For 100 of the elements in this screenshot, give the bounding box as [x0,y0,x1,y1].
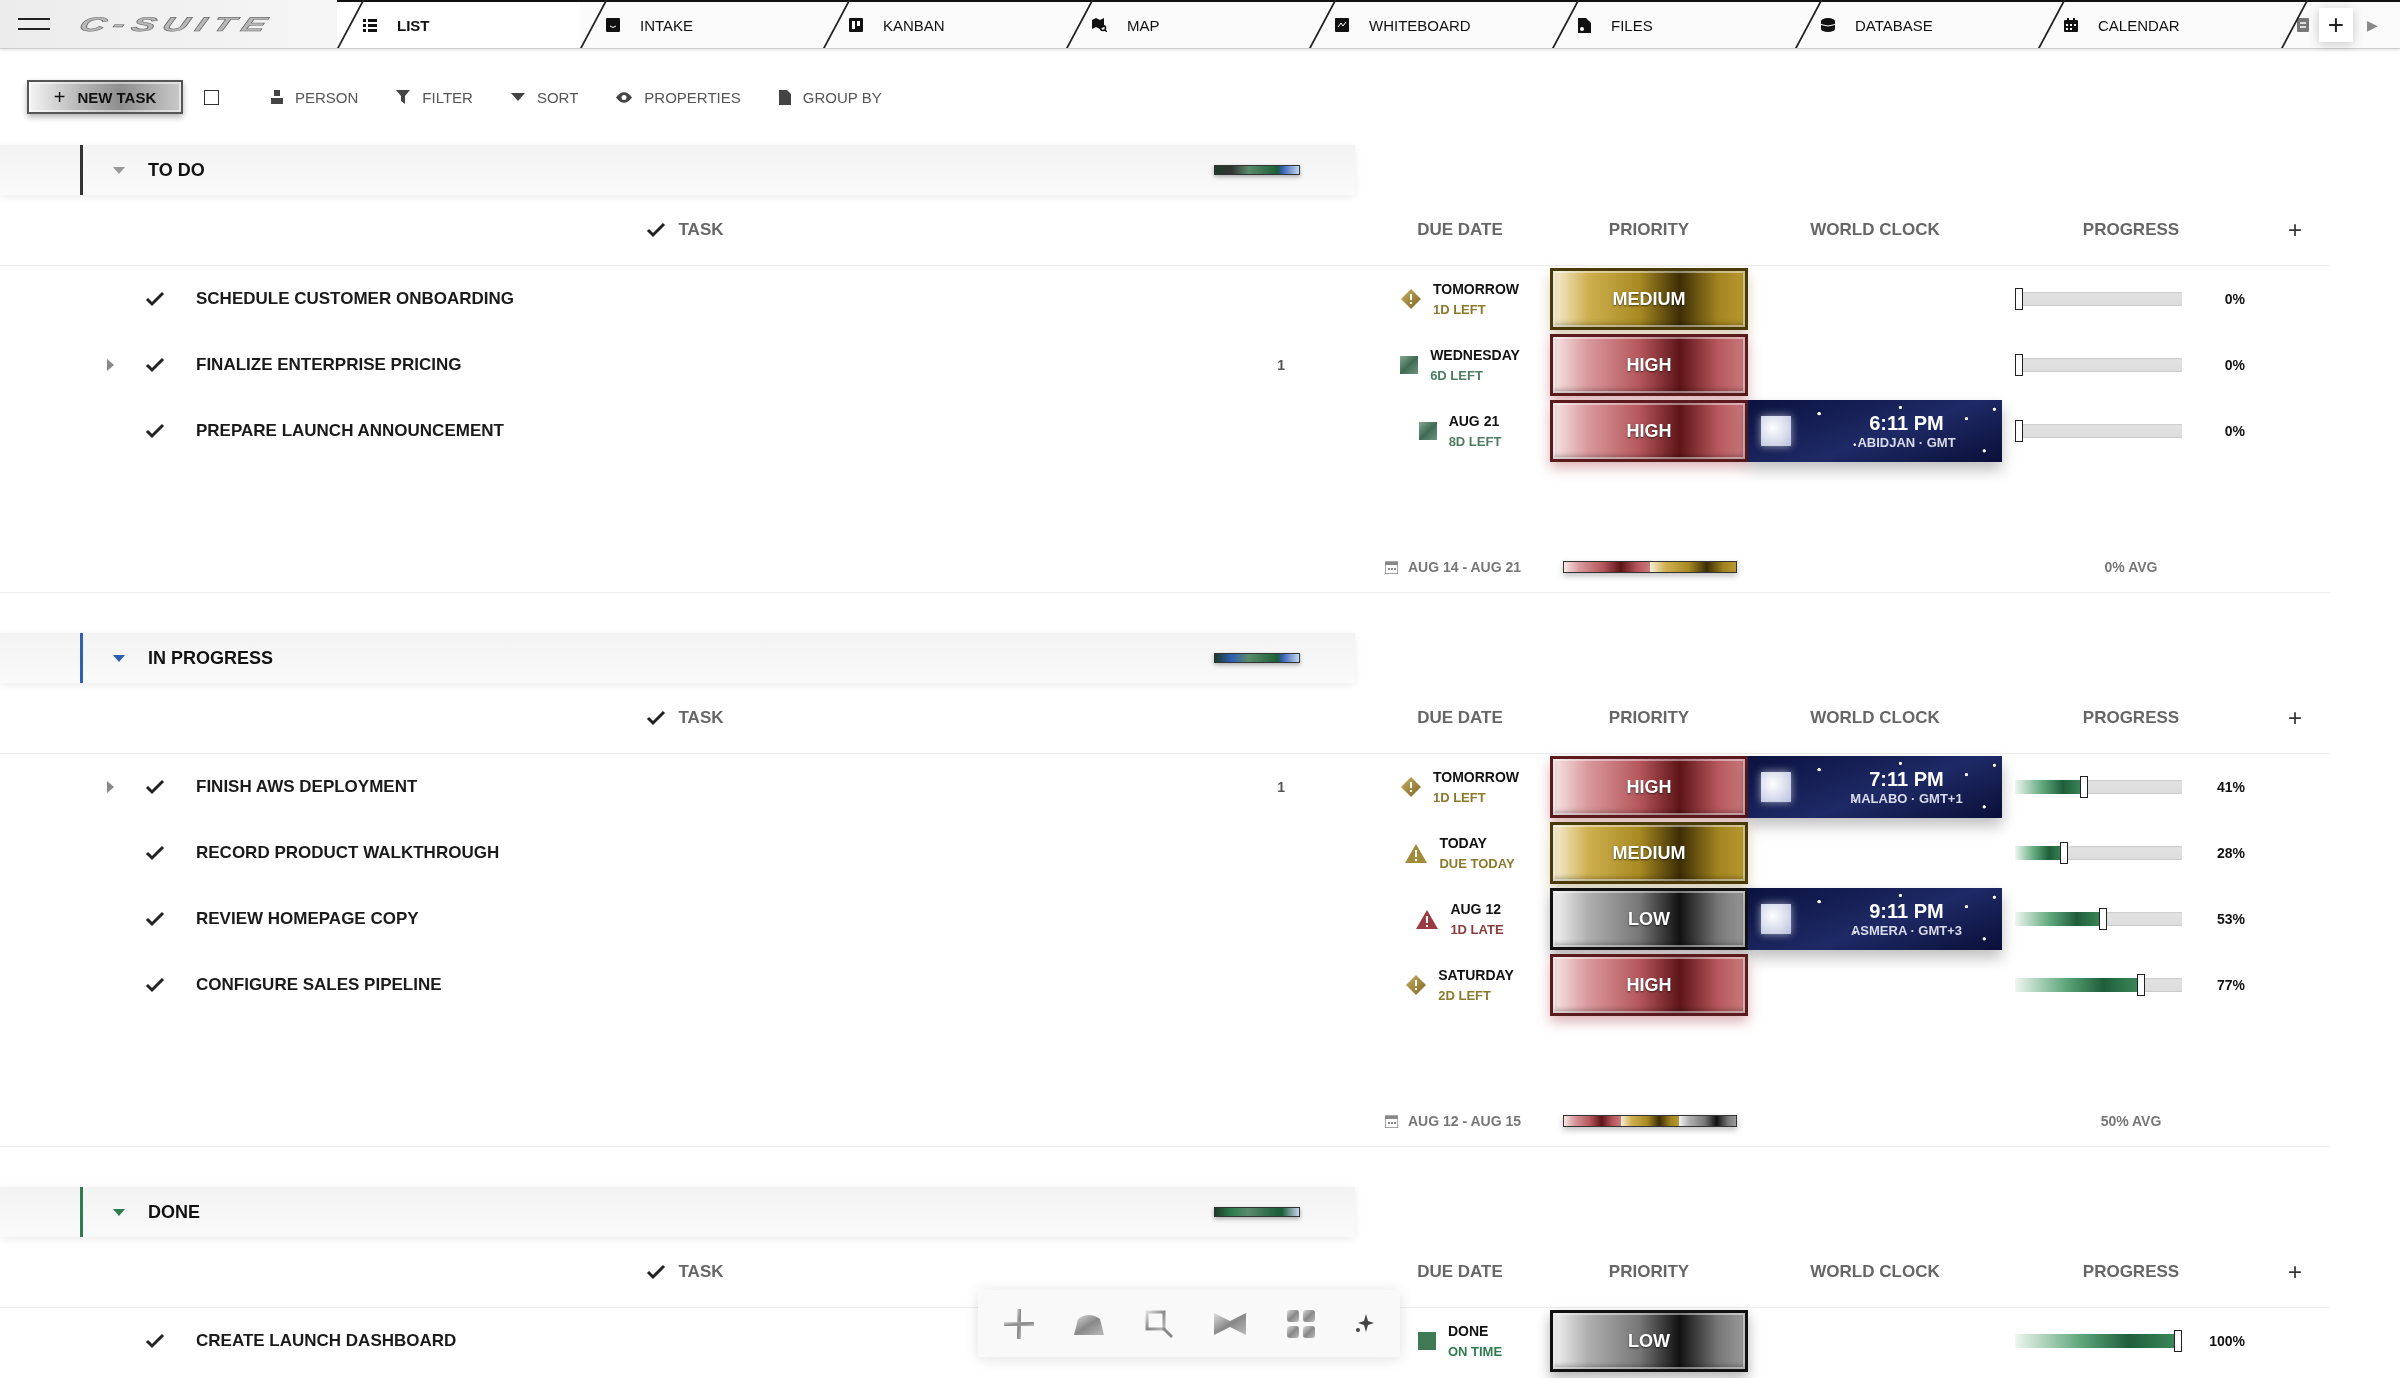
slider-thumb[interactable] [2015,288,2023,310]
progress-value: 41% [2215,779,2245,795]
due-date: SATURDAY [1438,967,1514,983]
date-range: AUG 12 - AUG 15 [1408,1113,1522,1129]
eye-icon [616,91,633,103]
task-title[interactable]: FINALIZE ENTERPRISE PRICING [196,355,462,375]
new-task-button[interactable]: + NEW TASK [27,80,183,114]
due-note: 1D LATE [1450,922,1504,937]
group-title: IN PROGRESS [148,647,274,669]
column-header: PRIORITY [1608,1262,1690,1282]
check-icon [145,977,165,993]
slider-thumb[interactable] [2099,908,2108,930]
expand-caret-icon[interactable] [107,359,114,371]
priority-tag[interactable]: MEDIUM [1550,268,1748,330]
caret-icon[interactable] [113,654,125,662]
moon-icon [1761,416,1791,446]
clock-time: 6:11 PM [1869,412,1944,435]
priority-tag[interactable]: MEDIUM [1550,822,1748,884]
column-header: DUE DATE [1417,708,1503,728]
priority-tag[interactable]: HIGH [1550,756,1748,818]
toolbar-button[interactable]: PERSON [271,88,359,106]
map-icon [1092,18,1107,32]
priority-tag[interactable]: LOW [1550,1310,1748,1372]
due-date: TODAY [1439,835,1488,851]
clock-time: 7:11 PM [1869,768,1944,791]
warning-diamond-icon [1400,289,1421,309]
person-icon [271,90,283,104]
column-header: DUE DATE [1417,220,1503,240]
date-range: AUG 14 - AUG 21 [1408,559,1522,575]
tab[interactable]: DATABASE [1795,2,2038,48]
column-header: TASK [678,220,724,240]
check-icon [145,911,165,927]
task-title[interactable]: FINISH AWS DEPLOYMENT [196,777,418,797]
calendar-icon [1385,560,1398,574]
due-date: TOMORROW [1432,769,1520,785]
toolbar-button[interactable]: GROUP BY [778,88,882,106]
task-title[interactable]: RECORD PRODUCT WALKTHROUGH [196,843,500,863]
group-title: TO DO [148,159,205,181]
calendar-icon [2064,18,2078,32]
task-title[interactable]: SCHEDULE CUSTOMER ONBOARDING [196,289,514,309]
slider-thumb[interactable] [2015,354,2023,376]
progress-value: 77% [2215,977,2245,993]
check-icon [145,1333,165,1349]
add-icon[interactable] [1002,1306,1036,1341]
add-column-button[interactable]: + [2288,216,2302,244]
check-icon [145,779,165,795]
due-note: 2D LEFT [1438,988,1492,1003]
warning-diamond-icon [1406,975,1427,995]
slider-thumb[interactable] [2080,776,2089,798]
tab[interactable]: LIST [337,2,580,48]
caret-icon[interactable] [113,166,125,174]
due-note: 6D LEFT [1430,368,1484,383]
priority-tag[interactable]: HIGH [1550,334,1748,396]
filter-icon [396,90,411,104]
group-header[interactable]: TO DO [0,145,1355,195]
task-title[interactable]: CONFIGURE SALES PIPELINE [196,975,442,995]
progress-value: 53% [2215,911,2245,927]
priority-tag[interactable]: HIGH [1550,400,1748,462]
add-column-button[interactable]: + [2288,1258,2302,1286]
progress-average: 50% AVG [2100,1113,2162,1129]
database-icon [1821,18,1835,32]
expand-caret-icon[interactable] [107,781,114,793]
tab[interactable]: WHITEBOARD [1309,2,1552,48]
slider-thumb[interactable] [2059,842,2068,864]
toolbar-button[interactable]: SORT [510,88,579,106]
check-icon [646,222,667,238]
tab[interactable]: KANBAN [823,2,1066,48]
column-header: PROGRESS [2082,220,2180,240]
document-icon [778,89,791,105]
group-header[interactable]: IN PROGRESS [0,633,1355,683]
slider-thumb[interactable] [2015,420,2023,442]
due-note: 1D LEFT [1432,302,1487,317]
slider-thumb[interactable] [2174,1330,2182,1352]
toolbar-button[interactable]: FILTER [396,88,473,106]
toolbar-button[interactable]: PROPERTIES [616,88,741,106]
column-header: WORLD CLOCK [1810,708,1940,728]
priority-tag[interactable]: HIGH [1550,954,1748,1016]
select-all-checkbox[interactable] [204,89,219,105]
column-header: WORLD CLOCK [1810,220,1940,240]
moon-icon [1761,772,1791,802]
task-title[interactable]: CREATE LAUNCH DASHBOARD [196,1331,457,1351]
task-title[interactable]: PREPARE LAUNCH ANNOUNCEMENT [196,421,504,441]
priority-tag[interactable]: LOW [1550,888,1748,950]
list-icon [363,18,377,32]
tab[interactable]: INTAKE [580,2,823,48]
task-title[interactable]: REVIEW HOMEPAGE COPY [196,909,419,929]
add-tab-button[interactable]: + [2319,8,2353,42]
group-title: DONE [148,1201,200,1223]
tab[interactable]: FILES [1552,2,1795,48]
tab[interactable]: CALENDAR [2038,2,2281,48]
tab[interactable]: MAP [1066,2,1309,48]
caret-icon[interactable] [113,1208,125,1216]
group-header[interactable]: DONE [0,1187,1355,1237]
slider-thumb[interactable] [2137,974,2146,996]
sparkle-icon[interactable] [1354,1313,1374,1334]
progress-value: 0% [2223,423,2245,439]
add-column-button[interactable]: + [2288,704,2302,732]
due-note: ON TIME [1447,1344,1503,1359]
kanban-icon [849,18,863,32]
inbox-icon [606,18,620,32]
